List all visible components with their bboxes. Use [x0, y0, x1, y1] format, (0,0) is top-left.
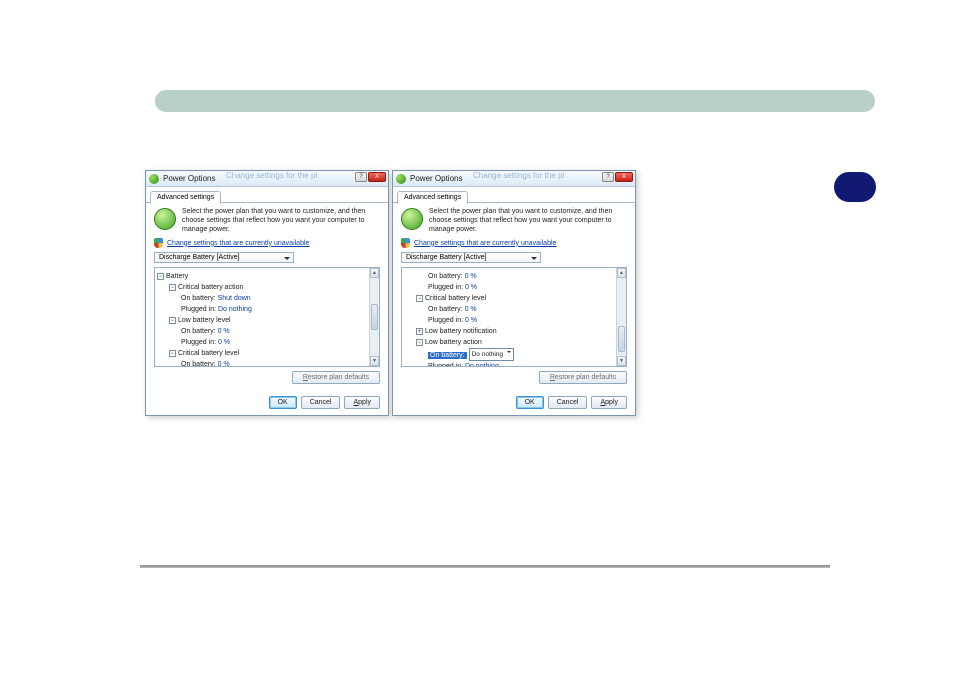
tab-row: Advanced settings	[393, 187, 635, 203]
tree-value[interactable]: Do nothing	[218, 306, 252, 313]
scroll-up-icon[interactable]: ▲	[617, 268, 626, 278]
tree-value[interactable]: 0 %	[465, 273, 477, 280]
power-plan-icon	[401, 208, 423, 230]
background-window-text: Change settings for the pl	[473, 171, 564, 180]
tree-toggle[interactable]: −	[169, 284, 176, 291]
restore-defaults-button[interactable]: Restore plan defaults	[539, 371, 627, 384]
apply-button[interactable]: Apply	[591, 396, 627, 409]
settings-tree[interactable]: On battery: 0 % Plugged in: 0 % −Critica…	[401, 267, 627, 367]
tree-node-low-notification[interactable]: Low battery notification	[425, 328, 497, 335]
tree-label: Plugged in:	[181, 339, 216, 346]
titlebar[interactable]: Change settings for the pl Power Options…	[393, 171, 635, 187]
help-button[interactable]: ?	[355, 172, 367, 182]
window-buttons: ? X	[602, 172, 633, 182]
tree-label: Plugged in:	[181, 306, 216, 313]
tree-value[interactable]: 0 %	[218, 339, 230, 346]
tree-value[interactable]: Shut down	[218, 295, 251, 302]
tree-value[interactable]: Do nothing	[465, 363, 499, 367]
header-decor-bar	[155, 90, 875, 112]
tree-toggle[interactable]: −	[416, 295, 423, 302]
tree-node-critical-level[interactable]: Critical battery level	[178, 350, 239, 357]
tree-label-selected[interactable]: On battery:	[428, 352, 467, 359]
close-button[interactable]: X	[368, 172, 386, 182]
tree-label: On battery:	[181, 328, 216, 335]
tree-label: Plugged in:	[428, 317, 463, 324]
tab-advanced-settings[interactable]: Advanced settings	[397, 191, 468, 204]
power-plan-select[interactable]: Discharge Battery [Active]	[154, 252, 294, 263]
ok-button[interactable]: OK	[269, 396, 297, 409]
tree-label: On battery:	[181, 295, 216, 302]
cancel-button[interactable]: Cancel	[301, 396, 341, 409]
scroll-up-icon[interactable]: ▲	[370, 268, 379, 278]
scroll-down-icon[interactable]: ▼	[370, 356, 379, 366]
apply-button[interactable]: Apply	[344, 396, 380, 409]
tree-toggle[interactable]: −	[169, 350, 176, 357]
tree-node-critical-action[interactable]: Critical battery action	[178, 284, 243, 291]
tree-toggle[interactable]: −	[416, 339, 423, 346]
settings-tree[interactable]: −Battery −Critical battery action On bat…	[154, 267, 380, 367]
uac-shield-icon	[154, 238, 163, 248]
power-icon	[396, 174, 406, 184]
tree-label: Plugged in:	[428, 363, 463, 367]
tree-node-critical-level[interactable]: Critical battery level	[425, 295, 486, 302]
restore-defaults-button[interactable]: RRestore plan defaultsestore plan defaul…	[292, 371, 380, 384]
scroll-down-icon[interactable]: ▼	[617, 356, 626, 366]
tree-value[interactable]: 0 %	[218, 361, 230, 367]
page-number-badge	[834, 172, 876, 202]
tree-label: On battery:	[428, 306, 463, 313]
tree-value[interactable]: 0 %	[465, 317, 477, 324]
power-plan-select[interactable]: Discharge Battery [Active]	[401, 252, 541, 263]
tree-value[interactable]: 0 %	[218, 328, 230, 335]
power-plan-icon	[154, 208, 176, 230]
window-title: Power Options	[163, 174, 215, 183]
dialog-body: Select the power plan that you want to c…	[146, 203, 388, 390]
tree-label: Plugged in:	[428, 284, 463, 291]
window-title: Power Options	[410, 174, 462, 183]
dialogs-row: Change settings for the pl Power Options…	[145, 170, 636, 416]
value-editor-combo[interactable]: Do nothing	[469, 348, 514, 361]
power-options-dialog-right: Change settings for the pl Power Options…	[392, 170, 636, 416]
tab-advanced-settings[interactable]: Advanced settings	[150, 191, 221, 204]
tree-value[interactable]: 0 %	[465, 306, 477, 313]
close-button[interactable]: X	[615, 172, 633, 182]
cancel-button[interactable]: Cancel	[548, 396, 588, 409]
help-button[interactable]: ?	[602, 172, 614, 182]
tree-toggle[interactable]: −	[169, 317, 176, 324]
tab-row: Advanced settings	[146, 187, 388, 203]
uac-shield-icon	[401, 238, 410, 248]
background-window-text: Change settings for the pl	[226, 171, 317, 180]
tree-label: On battery:	[428, 273, 463, 280]
tree-node-low-action[interactable]: Low battery action	[425, 339, 482, 346]
scroll-thumb[interactable]	[371, 304, 378, 330]
description-text: Select the power plan that you want to c…	[429, 208, 627, 234]
tree-node-battery[interactable]: Battery	[166, 273, 188, 280]
scroll-thumb[interactable]	[618, 326, 625, 352]
power-icon	[149, 174, 159, 184]
change-unavailable-link[interactable]: Change settings that are currently unava…	[414, 240, 556, 247]
change-unavailable-link[interactable]: Change settings that are currently unava…	[167, 240, 309, 247]
tree-toggle[interactable]: +	[416, 328, 423, 335]
power-options-dialog-left: Change settings for the pl Power Options…	[145, 170, 389, 416]
titlebar[interactable]: Change settings for the pl Power Options…	[146, 171, 388, 187]
tree-toggle[interactable]: −	[157, 273, 164, 280]
footer-rule	[140, 565, 830, 568]
description-text: Select the power plan that you want to c…	[182, 208, 380, 234]
tree-node-low-level[interactable]: Low battery level	[178, 317, 231, 324]
ok-button[interactable]: OK	[516, 396, 544, 409]
tree-label: On battery:	[181, 361, 216, 367]
scrollbar[interactable]: ▲ ▼	[616, 268, 626, 366]
scrollbar[interactable]: ▲ ▼	[369, 268, 379, 366]
dialog-body: Select the power plan that you want to c…	[393, 203, 635, 390]
tree-value[interactable]: 0 %	[465, 284, 477, 291]
window-buttons: ? X	[355, 172, 386, 182]
